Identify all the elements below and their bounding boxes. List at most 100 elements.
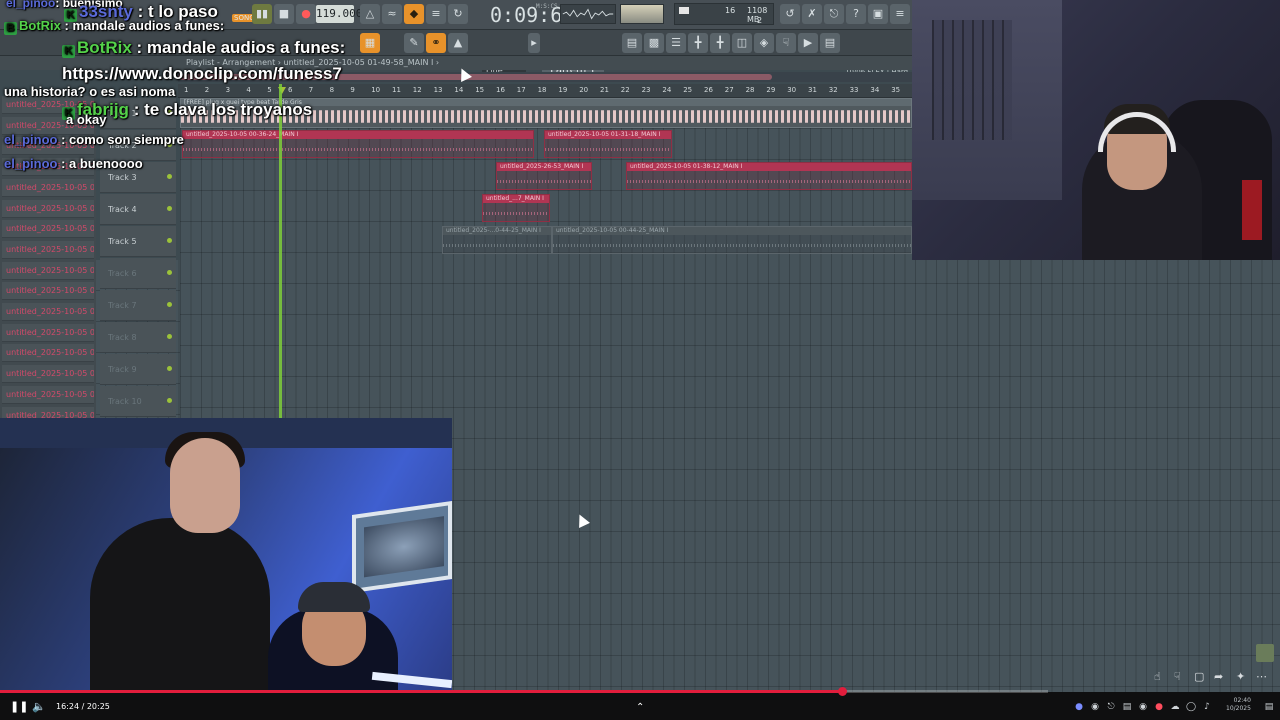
save-icon[interactable]: ▣ bbox=[868, 4, 888, 24]
link-icon[interactable]: ⚭ bbox=[426, 33, 446, 53]
play-button[interactable]: ▮▮ bbox=[252, 4, 272, 24]
more-icon[interactable]: ⋯ bbox=[1256, 670, 1267, 683]
cut-icon[interactable]: ✗ bbox=[802, 4, 822, 24]
channel-item[interactable]: untitled_2025-10-05 01- bbox=[2, 282, 94, 301]
microphone-tray-icon[interactable]: ⎋ bbox=[1106, 702, 1116, 712]
plugin-picker-icon[interactable]: ╋ bbox=[710, 33, 730, 53]
channel-item[interactable]: untitled_2025-10-05 01- bbox=[2, 178, 94, 197]
track-enable-icon[interactable] bbox=[167, 334, 172, 339]
volume-icon[interactable]: 🔈 bbox=[32, 700, 46, 713]
mixer-window-icon[interactable]: ╋ bbox=[688, 33, 708, 53]
video-progress-bar[interactable] bbox=[0, 687, 1048, 696]
discord-tray-icon[interactable]: ● bbox=[1074, 702, 1084, 712]
notification-tray-icon[interactable]: ▤ bbox=[1264, 702, 1274, 712]
toggle-tray-icon[interactable]: ◯ bbox=[1186, 702, 1196, 712]
metronome-icon[interactable]: △ bbox=[360, 4, 380, 24]
track-enable-icon[interactable] bbox=[167, 206, 172, 211]
track-enable-icon[interactable] bbox=[167, 142, 172, 147]
piano-roll-icon[interactable]: ▩ bbox=[644, 33, 664, 53]
touch-icon[interactable]: ☟ bbox=[776, 33, 796, 53]
track-header[interactable]: Track 10 bbox=[100, 386, 176, 417]
countdown-icon[interactable]: ≡ bbox=[426, 4, 446, 24]
pause-icon[interactable]: ❚❚ bbox=[10, 700, 28, 713]
channel-item[interactable]: untitled_2025-10-05 01- bbox=[2, 158, 94, 177]
view-icon[interactable]: ▦ bbox=[360, 33, 380, 53]
speaker-tray-icon[interactable]: ♪ bbox=[1202, 702, 1212, 712]
dislike-icon[interactable]: ☟ bbox=[1174, 670, 1181, 683]
tempo-display[interactable]: 119.000 bbox=[316, 5, 362, 23]
loop-record-icon[interactable]: ↻ bbox=[448, 4, 468, 24]
track-header[interactable]: Track 5 bbox=[100, 226, 176, 257]
track-enable-icon[interactable] bbox=[167, 110, 172, 115]
audio-clip[interactable]: untitled_...7_MAIN I bbox=[482, 194, 550, 222]
track-header[interactable]: Track 8 bbox=[100, 322, 176, 353]
audio-clip[interactable]: untitled_2025-10-05 01-38-12_MAIN I bbox=[626, 162, 912, 190]
mixer-icon[interactable]: ≡ bbox=[890, 4, 910, 24]
shop-icon[interactable]: ▤ bbox=[820, 33, 840, 53]
browser-icon[interactable]: ◫ bbox=[732, 33, 752, 53]
track-header[interactable]: Track 1 bbox=[100, 98, 176, 129]
channel-item[interactable]: untitled_2025-10-05 01- bbox=[2, 199, 94, 218]
audio-clip[interactable]: untitled_2025-26-53_MAIN I bbox=[496, 162, 592, 190]
pattern-prev-icon[interactable]: ▸ bbox=[528, 33, 540, 53]
plugin-icon[interactable]: ◈ bbox=[754, 33, 774, 53]
track-header[interactable]: Track 6 bbox=[100, 258, 176, 289]
comment-icon[interactable]: ▢ bbox=[1194, 670, 1204, 683]
playhead[interactable] bbox=[279, 84, 282, 420]
playlist-scrollbar[interactable] bbox=[178, 72, 912, 82]
wait-icon[interactable]: ≈ bbox=[382, 4, 402, 24]
audio-clip[interactable]: untitled_2025-10-05 01-31-18_MAIN I bbox=[544, 130, 672, 158]
tray-app-icon[interactable]: ◉ bbox=[1090, 702, 1100, 712]
track-header[interactable]: Track 7 bbox=[100, 290, 176, 321]
channel-item[interactable]: untitled_2025-10-05 01- bbox=[2, 220, 94, 239]
record-button[interactable]: ● bbox=[296, 4, 316, 24]
embedded-video[interactable] bbox=[0, 418, 452, 692]
onedrive-tray-icon[interactable]: ☁ bbox=[1170, 702, 1180, 712]
timeline-ruler[interactable]: 1 2 3 4 5 6 7 8 9 10 11 12 13 14 15 16 17 18 19 20 21 22 23 24 2… bbox=[178, 84, 921, 98]
track-header[interactable]: Track 3 bbox=[100, 162, 176, 193]
playlist-window-icon[interactable]: ▤ bbox=[622, 33, 642, 53]
draw-icon[interactable]: ✎ bbox=[404, 33, 424, 53]
channel-item[interactable]: untitled_2025-10-05 01- bbox=[2, 344, 94, 363]
record-tray-icon[interactable]: ● bbox=[1154, 702, 1164, 712]
channel-item[interactable]: untitled_2025-10-05 01- bbox=[2, 96, 94, 114]
track-enable-icon[interactable] bbox=[167, 174, 172, 179]
microphone-icon[interactable]: ⎋ bbox=[824, 4, 844, 24]
undo-history-icon[interactable]: ↺ bbox=[780, 4, 800, 24]
track-enable-icon[interactable] bbox=[167, 398, 172, 403]
stamp-icon[interactable]: ▲ bbox=[448, 33, 468, 53]
stop-button[interactable]: ■ bbox=[274, 4, 294, 24]
beat-audio-clip[interactable]: [FREE] plug x guei type beat Tarde Gris bbox=[180, 98, 912, 128]
sparkle-icon[interactable]: ✦ bbox=[1236, 670, 1245, 683]
help-icon[interactable]: ? bbox=[846, 4, 866, 24]
chevron-up-icon[interactable]: ⌃ bbox=[636, 702, 644, 713]
channel-item[interactable]: untitled_2025-10-05 01- bbox=[2, 116, 94, 135]
video-icon[interactable]: ▶ bbox=[798, 33, 818, 53]
track-header[interactable]: Track 9 bbox=[100, 354, 176, 385]
channel-item[interactable]: untitled_2025-10-05 01- bbox=[2, 137, 94, 156]
channel-item[interactable]: untitled_2025-10-05 01- bbox=[2, 261, 94, 280]
channel-rack-icon[interactable]: ☰ bbox=[666, 33, 686, 53]
progress-knob[interactable] bbox=[838, 687, 847, 696]
channel-avatar[interactable] bbox=[1256, 644, 1274, 662]
muted-audio-clip[interactable]: untitled_2025-10-05 00-44-25_MAIN I bbox=[552, 226, 912, 254]
master-volume-meter[interactable] bbox=[620, 4, 664, 24]
channel-item[interactable]: untitled_2025-10-05 01- bbox=[2, 385, 94, 404]
track-header[interactable]: Track 4 bbox=[100, 194, 176, 225]
track-enable-icon[interactable] bbox=[167, 270, 172, 275]
audio-clip[interactable]: untitled_2025-10-05 00-36-24_MAIN I bbox=[182, 130, 534, 158]
track-enable-icon[interactable] bbox=[167, 302, 172, 307]
share-icon[interactable]: ➦ bbox=[1214, 670, 1223, 683]
track-enable-icon[interactable] bbox=[167, 366, 172, 371]
network-tray-icon[interactable]: ▤ bbox=[1122, 702, 1132, 712]
channel-item[interactable]: untitled_2025-10-05 01- bbox=[2, 240, 94, 259]
channel-item[interactable]: untitled_2025-10-05 01- bbox=[2, 323, 94, 342]
channel-item[interactable]: untitled_2025-10-05 01- bbox=[2, 303, 94, 321]
like-icon[interactable]: ☝ bbox=[1154, 670, 1161, 683]
muted-audio-clip[interactable]: untitled_2025-...0-44-25_MAIN I bbox=[442, 226, 552, 254]
step-icon[interactable]: ◆ bbox=[404, 4, 424, 24]
scroll-thumb[interactable] bbox=[178, 74, 772, 80]
channel-item[interactable]: untitled_2025-10-05 01- bbox=[2, 365, 94, 384]
steam-tray-icon[interactable]: ◉ bbox=[1138, 702, 1148, 712]
track-enable-icon[interactable] bbox=[167, 238, 172, 243]
